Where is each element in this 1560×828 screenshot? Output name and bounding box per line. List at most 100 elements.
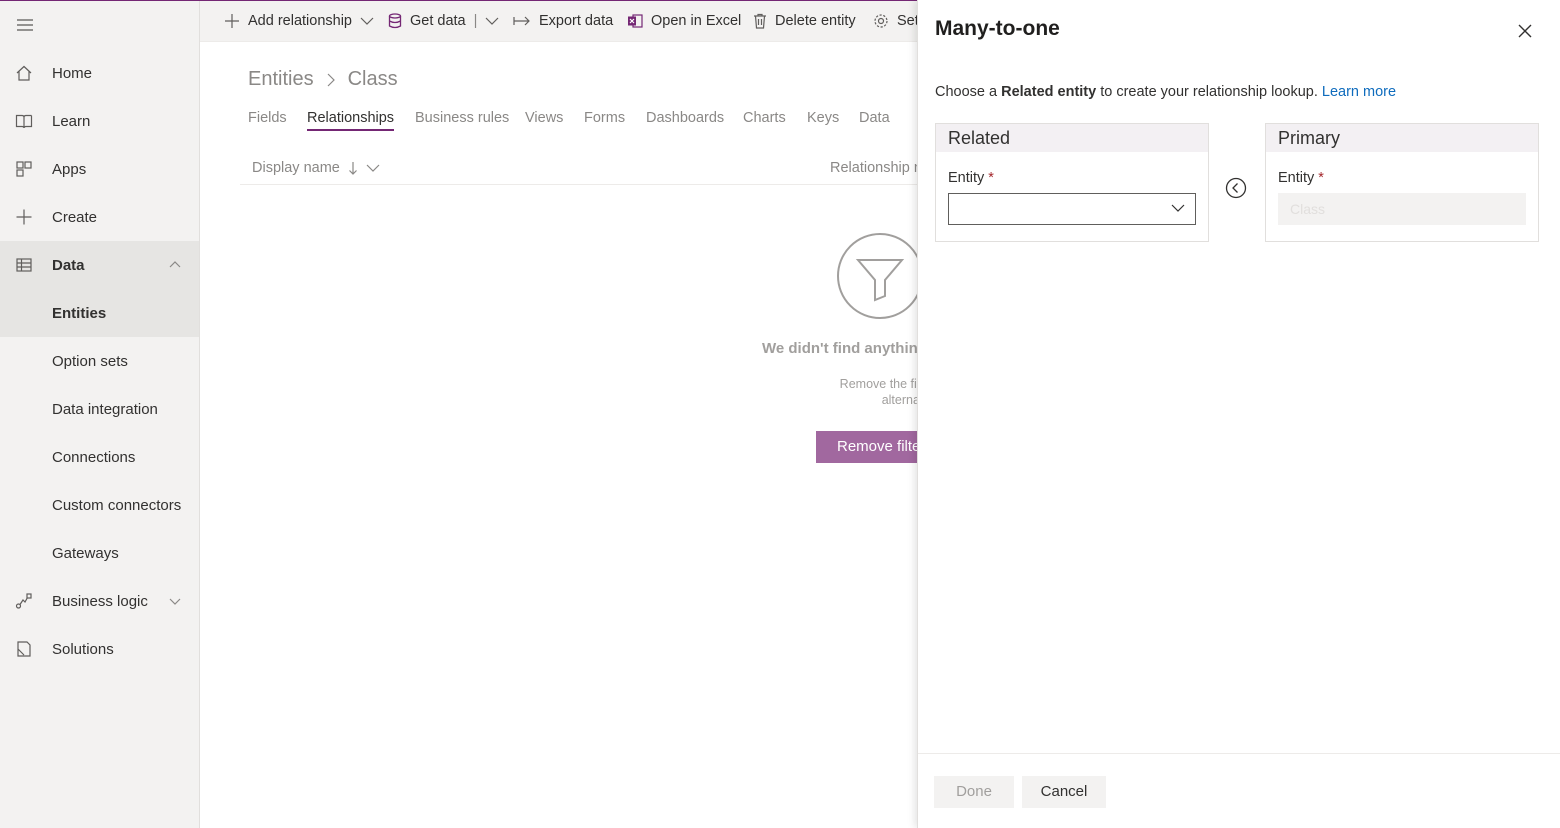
plus-icon: [16, 209, 32, 225]
empty-state-title: We didn't find anything: [762, 340, 927, 357]
table-icon: [16, 258, 32, 272]
hamburger-menu-icon[interactable]: [15, 17, 35, 33]
desc-bold: Related entity: [1001, 84, 1097, 100]
sort-down-icon: [348, 162, 357, 175]
add-relationship-label: Add relationship: [248, 13, 352, 29]
breadcrumb: Entities Class: [248, 68, 398, 91]
left-navigation: Home Learn Apps Create Data Entities Opt…: [0, 1, 200, 828]
tab-views[interactable]: Views: [525, 110, 563, 126]
nav-apps[interactable]: Apps: [0, 145, 199, 193]
book-icon: [15, 114, 33, 129]
primary-entity-field: Class: [1278, 193, 1526, 225]
gear-icon: [874, 14, 888, 28]
related-card: Related Entity *: [935, 123, 1209, 242]
solutions-icon: [17, 641, 31, 657]
nav-business-logic[interactable]: Business logic: [0, 577, 199, 625]
chevron-down-icon[interactable]: [360, 16, 374, 26]
nav-entities[interactable]: Entities: [0, 289, 199, 337]
split-divider: |: [473, 13, 478, 29]
nav-entities-label: Entities: [52, 304, 107, 322]
open-in-excel-label: Open in Excel: [651, 13, 742, 29]
export-data-label: Export data: [539, 13, 614, 29]
primary-entity-label: Entity *: [1278, 170, 1324, 186]
filter-empty-icon: [837, 233, 923, 319]
get-data-label: Get data: [410, 13, 466, 29]
column-display-name[interactable]: Display name: [252, 160, 380, 176]
tab-business-rules[interactable]: Business rules: [415, 110, 509, 126]
desc-prefix: Choose a: [935, 84, 1002, 100]
direction-arrow-icon: [1225, 177, 1247, 199]
many-to-one-panel: Many-to-one Choose a Related entity to c…: [917, 0, 1560, 828]
nav-business-logic-label: Business logic: [52, 592, 148, 610]
desc-suffix: to create your relationship lookup.: [1096, 84, 1322, 100]
tab-fields[interactable]: Fields: [248, 110, 287, 126]
nav-data[interactable]: Data: [0, 241, 199, 289]
tab-keys[interactable]: Keys: [807, 110, 839, 126]
nav-gateways-label: Gateways: [52, 544, 119, 562]
nav-solutions-label: Solutions: [52, 640, 114, 658]
panel-description: Choose a Related entity to create your r…: [935, 84, 1396, 100]
nav-data-integration[interactable]: Data integration: [0, 385, 199, 433]
nav-option-sets-label: Option sets: [52, 352, 128, 370]
nav-apps-label: Apps: [52, 160, 87, 178]
delete-entity-label: Delete entity: [775, 13, 856, 29]
column-display-name-label: Display name: [252, 160, 340, 176]
primary-card: Primary Entity * Class: [1265, 123, 1539, 242]
nav-custom-connectors[interactable]: Custom connectors: [0, 481, 199, 529]
nav-connections[interactable]: Connections: [0, 433, 199, 481]
nav-gateways[interactable]: Gateways: [0, 529, 199, 577]
tab-relationships[interactable]: Relationships: [307, 110, 395, 131]
get-data-button[interactable]: Get data |: [388, 1, 507, 41]
tab-charts[interactable]: Charts: [743, 110, 786, 126]
trash-icon: [754, 13, 766, 29]
nav-learn[interactable]: Learn: [0, 97, 199, 145]
related-entity-label-text: Entity: [948, 170, 985, 186]
settings-label: Set: [897, 13, 919, 29]
footer-divider: [918, 753, 1560, 754]
nav-learn-label: Learn: [52, 112, 91, 130]
nav-create[interactable]: Create: [0, 193, 199, 241]
nav-custom-connectors-label: Custom connectors: [52, 496, 182, 514]
list-header: Display name Relationship n: [240, 154, 922, 185]
chevron-down-icon[interactable]: [168, 595, 182, 607]
nav-create-label: Create: [52, 208, 98, 226]
chevron-right-icon: [327, 73, 335, 86]
nav-connections-label: Connections: [52, 448, 136, 466]
column-relationship-name[interactable]: Relationship n: [830, 160, 922, 176]
required-marker: *: [1318, 170, 1324, 186]
nav-solutions[interactable]: Solutions: [0, 625, 199, 673]
cancel-button[interactable]: Cancel: [1022, 776, 1106, 808]
add-relationship-button[interactable]: Add relationship: [224, 1, 382, 41]
nav-home[interactable]: Home: [0, 49, 199, 97]
tab-dashboards[interactable]: Dashboards: [646, 110, 724, 126]
delete-entity-button[interactable]: Delete entity: [753, 1, 856, 41]
panel-title: Many-to-one: [935, 17, 1060, 40]
open-in-excel-button[interactable]: Open in Excel: [627, 1, 741, 41]
related-entity-label: Entity *: [948, 170, 994, 186]
nav-data-integration-label: Data integration: [52, 400, 158, 418]
home-icon: [16, 65, 32, 81]
learn-more-link[interactable]: Learn more: [1322, 84, 1396, 100]
excel-icon: [628, 14, 643, 28]
export-arrow-icon: [513, 16, 530, 26]
related-header: Related: [936, 124, 1208, 152]
done-button[interactable]: Done: [934, 776, 1014, 808]
breadcrumb-root[interactable]: Entities: [248, 68, 314, 91]
apps-icon: [16, 161, 32, 177]
close-icon[interactable]: [1516, 22, 1534, 40]
primary-entity-label-text: Entity: [1278, 170, 1315, 186]
related-entity-dropdown[interactable]: [948, 193, 1196, 225]
export-data-button[interactable]: Export data: [513, 1, 613, 41]
tab-forms[interactable]: Forms: [584, 110, 625, 126]
database-icon: [388, 13, 402, 29]
tab-data[interactable]: Data: [859, 110, 890, 126]
breadcrumb-current: Class: [347, 68, 398, 90]
plus-icon: [225, 14, 239, 28]
chevron-down-icon[interactable]: [485, 16, 499, 26]
chevron-down-icon[interactable]: [366, 163, 380, 173]
chevron-up-icon[interactable]: [168, 259, 182, 271]
nav-option-sets[interactable]: Option sets: [0, 337, 199, 385]
settings-button[interactable]: Set: [873, 1, 919, 41]
primary-header: Primary: [1266, 124, 1538, 152]
nav-data-label: Data: [52, 256, 85, 274]
